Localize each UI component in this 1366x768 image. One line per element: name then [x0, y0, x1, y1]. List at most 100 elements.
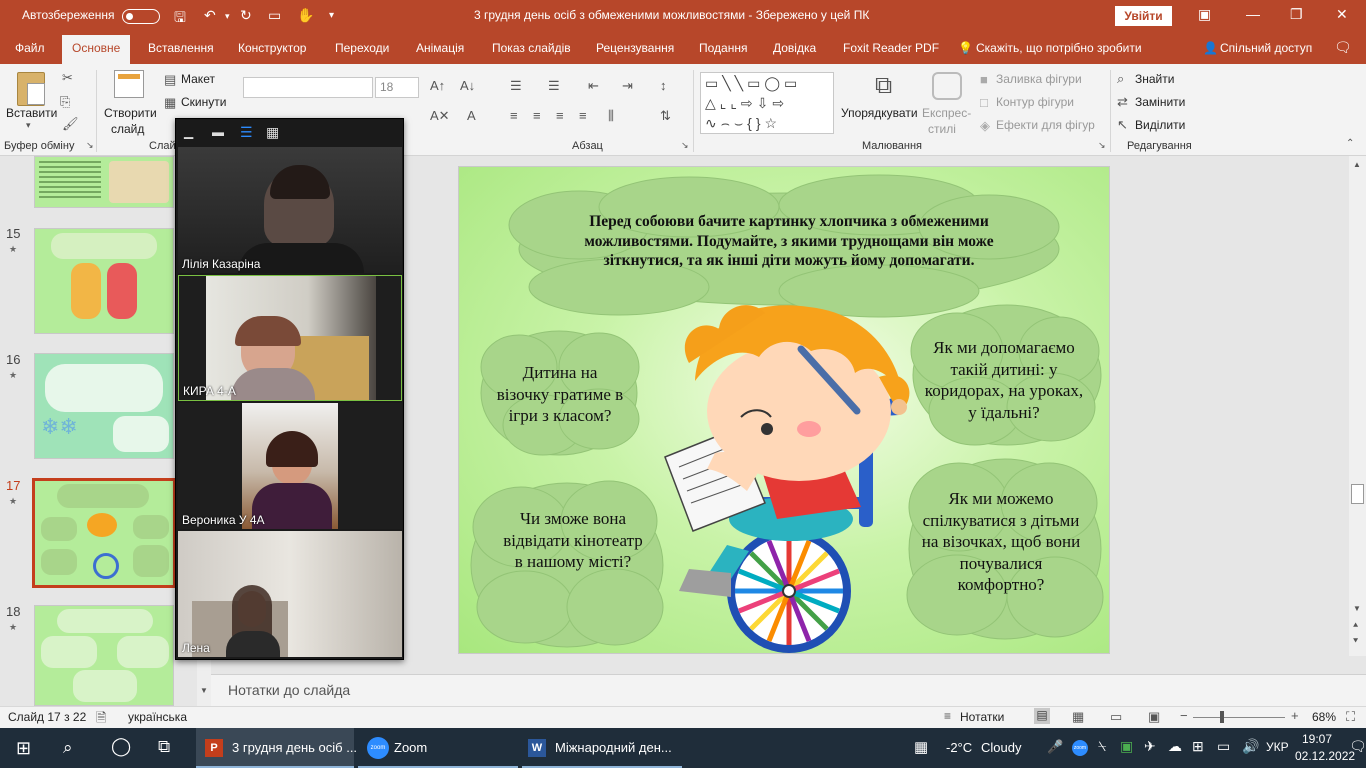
- layout-icon[interactable]: ▤: [164, 72, 176, 88]
- shape-effects-icon[interactable]: ◈: [980, 118, 990, 134]
- comments-icon[interactable]: 🗨: [1334, 39, 1352, 56]
- tell-me-box[interactable]: Скажіть, що потрібно зробити: [976, 41, 1142, 55]
- tab-review[interactable]: Рецензування: [596, 41, 674, 55]
- reset-icon[interactable]: ▦: [164, 95, 176, 111]
- microphone-icon[interactable]: 🎤: [1047, 739, 1063, 755]
- redo-icon[interactable]: ↻: [240, 7, 252, 24]
- format-painter-icon[interactable]: 🖌: [62, 116, 79, 132]
- notes-placeholder[interactable]: Нотатки до слайда: [228, 682, 350, 698]
- notes-icon[interactable]: ≡: [944, 709, 951, 723]
- tab-design[interactable]: Конструктор: [238, 41, 306, 55]
- fit-slide-icon[interactable]: ⛶: [1346, 709, 1355, 725]
- display-icon[interactable]: ▭: [1217, 738, 1230, 755]
- customize-toolbar-icon[interactable]: ▾: [329, 10, 334, 21]
- paste-icon[interactable]: [17, 72, 45, 106]
- minimize-icon[interactable]: —: [1246, 6, 1260, 22]
- paste-dropdown-icon[interactable]: ▾: [26, 120, 31, 131]
- zoom-slider-thumb[interactable]: [1220, 711, 1224, 723]
- numbering-icon[interactable]: ☰: [548, 78, 560, 94]
- scroll-up-icon[interactable]: ▲: [1353, 160, 1361, 169]
- video-tile-4[interactable]: Лена: [178, 531, 402, 657]
- slide-17[interactable]: Перед собоюви бачите картинку хлопчика з…: [458, 166, 1110, 654]
- undo-icon[interactable]: ↶: [204, 7, 216, 24]
- zoom-out-icon[interactable]: −: [1180, 708, 1188, 723]
- usb-icon[interactable]: ⍀: [1098, 738, 1106, 755]
- volume-icon[interactable]: 🔊: [1242, 738, 1259, 755]
- tab-foxit[interactable]: Foxit Reader PDF: [843, 41, 939, 55]
- onedrive-icon[interactable]: ☁: [1168, 738, 1182, 755]
- notifications-icon[interactable]: 🗨: [1349, 738, 1366, 755]
- hide-video-icon[interactable]: ▬: [212, 125, 224, 139]
- tab-animations[interactable]: Анімація: [416, 41, 464, 55]
- tab-home[interactable]: Основне: [62, 35, 131, 64]
- start-slideshow-icon[interactable]: ▭: [268, 7, 281, 24]
- zoom-in-icon[interactable]: +: [1291, 708, 1299, 723]
- grow-font-icon[interactable]: A↑: [430, 78, 445, 93]
- close-icon[interactable]: ✕: [1336, 6, 1348, 23]
- find-icon[interactable]: ⌕: [1117, 71, 1124, 87]
- clock-date[interactable]: 02.12.2022: [1295, 749, 1355, 763]
- notes-toggle[interactable]: Нотатки: [960, 710, 1004, 724]
- task-view-icon[interactable]: ⧉: [158, 737, 170, 757]
- windows-start-icon[interactable]: ⊞: [16, 738, 31, 759]
- paste-button[interactable]: Вставити: [6, 106, 57, 120]
- strip-view-icon[interactable]: ☰: [240, 124, 253, 141]
- autosave-toggle[interactable]: [122, 9, 160, 24]
- select-button[interactable]: Виділити: [1135, 118, 1185, 132]
- slide-thumbnail-16[interactable]: ❄❄: [34, 353, 174, 459]
- justify-icon[interactable]: ≡: [579, 108, 587, 123]
- replace-icon[interactable]: ⇄: [1117, 94, 1128, 110]
- outdent-icon[interactable]: ⇥: [622, 78, 633, 94]
- shape-fill-button[interactable]: Заливка фігури: [996, 72, 1082, 86]
- weather-icon[interactable]: ▦: [914, 738, 928, 756]
- right-bottom-question-text[interactable]: Як ми можемо спілкуватися з дітьми на ві…: [921, 488, 1081, 596]
- find-button[interactable]: Знайти: [1135, 72, 1174, 86]
- zoom-tray-icon[interactable]: zoom: [1072, 740, 1088, 756]
- slide-sorter-icon[interactable]: ▦: [1072, 709, 1084, 725]
- reading-view-icon[interactable]: ▭: [1110, 709, 1122, 725]
- line-spacing-icon[interactable]: ↕: [660, 78, 667, 93]
- new-slide-button[interactable]: Створити: [104, 106, 157, 120]
- security-tray-icon[interactable]: ▣: [1120, 738, 1133, 755]
- text-direction-icon[interactable]: ⇅: [660, 108, 671, 124]
- cut-icon[interactable]: ✂: [62, 70, 73, 86]
- weather-temperature[interactable]: -2°C: [946, 740, 972, 755]
- scroll-down-icon[interactable]: ▼: [1353, 604, 1361, 613]
- slide-scrollbar[interactable]: ▲ ▼ ⯅ ⯆: [1349, 156, 1366, 656]
- network-icon[interactable]: ⊞: [1192, 738, 1204, 755]
- align-center-icon[interactable]: ≡: [533, 108, 541, 123]
- video-tile-1[interactable]: Лілія Казаріна: [178, 147, 402, 273]
- font-color-icon[interactable]: A: [467, 108, 476, 123]
- font-size-box[interactable]: 18: [375, 77, 419, 98]
- shape-outline-button[interactable]: Контур фігури: [996, 95, 1074, 109]
- weather-description[interactable]: Cloudy: [981, 740, 1021, 755]
- restore-icon[interactable]: ❐: [1290, 6, 1303, 23]
- share-button[interactable]: Спільний доступ: [1220, 41, 1312, 55]
- input-language[interactable]: УКР: [1266, 740, 1289, 754]
- scroll-down-icon[interactable]: ▼: [199, 686, 209, 702]
- left-top-question-text[interactable]: Дитина на візочку гратиме в ігри з класо…: [495, 362, 625, 427]
- tab-transitions[interactable]: Переходи: [335, 41, 389, 55]
- slideshow-view-icon[interactable]: ▣: [1148, 709, 1160, 725]
- slide-thumbnail-17[interactable]: [32, 478, 176, 588]
- reset-button[interactable]: Скинути: [181, 95, 226, 109]
- copy-icon[interactable]: ⎘: [60, 94, 70, 110]
- share-icon[interactable]: 👤: [1203, 41, 1218, 55]
- new-slide-icon[interactable]: [114, 70, 144, 98]
- top-question-text[interactable]: Перед собоюви бачите картинку хлопчика з…: [577, 212, 1001, 271]
- collapse-ribbon-icon[interactable]: ⌃: [1346, 138, 1354, 149]
- scroll-thumb[interactable]: [1351, 484, 1364, 504]
- tray-app-icon[interactable]: ✈: [1144, 738, 1156, 755]
- arrange-button[interactable]: Упорядкувати: [841, 106, 918, 120]
- clock-time[interactable]: 19:07: [1302, 732, 1332, 746]
- zoom-video-panel[interactable]: ▁ ▬ ☰ ▦ Лілія Казаріна КИРА 4-А Вероника…: [175, 118, 404, 660]
- columns-icon[interactable]: ⫼: [608, 108, 614, 124]
- bullets-icon[interactable]: ☰: [510, 78, 522, 94]
- layout-button[interactable]: Макет: [181, 72, 215, 86]
- left-bottom-question-text[interactable]: Чи зможе вона відвідати кінотеатр в нашо…: [503, 508, 643, 573]
- search-icon[interactable]: ⌕: [63, 738, 73, 758]
- previous-slide-icon[interactable]: ⯅: [1352, 620, 1359, 631]
- signin-button[interactable]: Увійти: [1115, 6, 1172, 26]
- touch-mode-icon[interactable]: ✋: [297, 7, 314, 24]
- drawing-launcher-icon[interactable]: ↘: [1098, 140, 1106, 151]
